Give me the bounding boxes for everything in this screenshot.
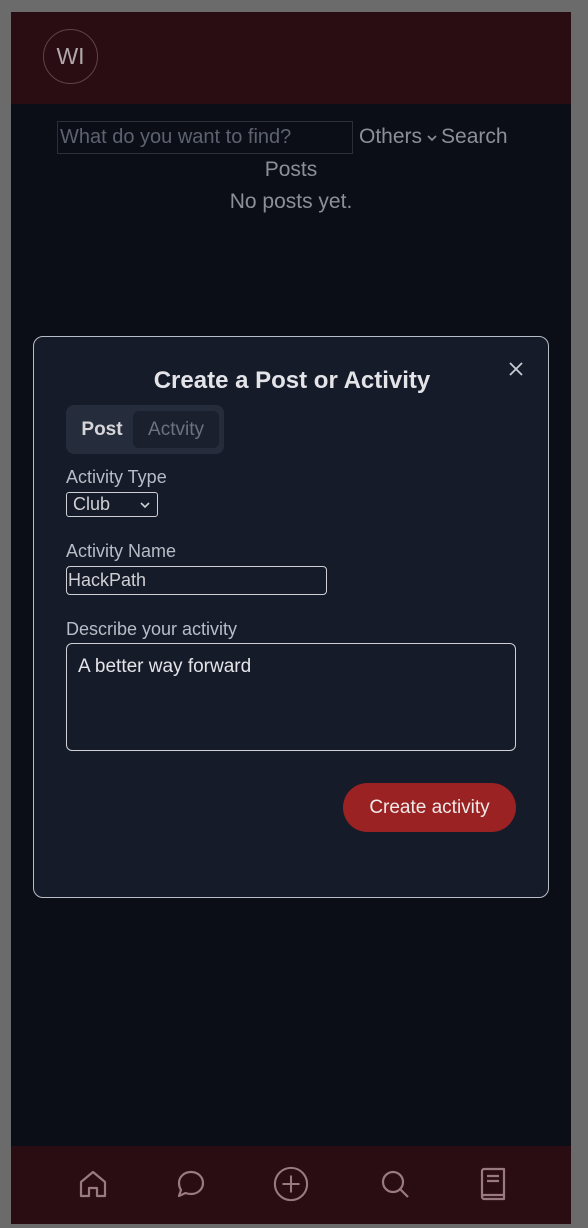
activity-type-value: Club xyxy=(73,494,111,514)
close-icon xyxy=(509,362,523,376)
activity-type-label: Activity Type xyxy=(66,467,167,487)
nav-library[interactable] xyxy=(475,1166,511,1202)
chat-icon xyxy=(177,1170,205,1198)
modal-title: Create a Post or Activity xyxy=(153,367,431,394)
nav-search[interactable] xyxy=(377,1166,413,1202)
tab-activity[interactable]: Actvity xyxy=(133,411,219,448)
post-type-tabs: Post Actvity xyxy=(66,405,224,454)
nav-home[interactable] xyxy=(75,1166,111,1202)
nav-chat[interactable] xyxy=(173,1166,209,1202)
tab-post[interactable]: Post xyxy=(71,411,133,448)
app-window: WI Others Search Posts No posts yet. Cre… xyxy=(11,12,571,1224)
book-icon xyxy=(480,1167,506,1201)
bottom-nav xyxy=(11,1146,571,1224)
description-textarea[interactable]: A better way forward xyxy=(66,643,516,751)
create-activity-button[interactable]: Create activity xyxy=(343,783,516,832)
home-icon xyxy=(79,1170,107,1198)
activity-name-label: Activity Name xyxy=(66,541,177,561)
activity-type-select[interactable]: Club xyxy=(66,492,158,517)
chevron-down-icon xyxy=(140,501,150,508)
nav-create[interactable] xyxy=(273,1166,309,1202)
add-icon xyxy=(273,1166,309,1202)
create-post-modal: Create a Post or Activity Post Actvity A… xyxy=(33,336,549,898)
close-button[interactable] xyxy=(506,359,526,379)
description-label: Describe your activity xyxy=(66,619,238,639)
search-icon xyxy=(381,1170,409,1198)
activity-name-input[interactable] xyxy=(66,566,327,595)
